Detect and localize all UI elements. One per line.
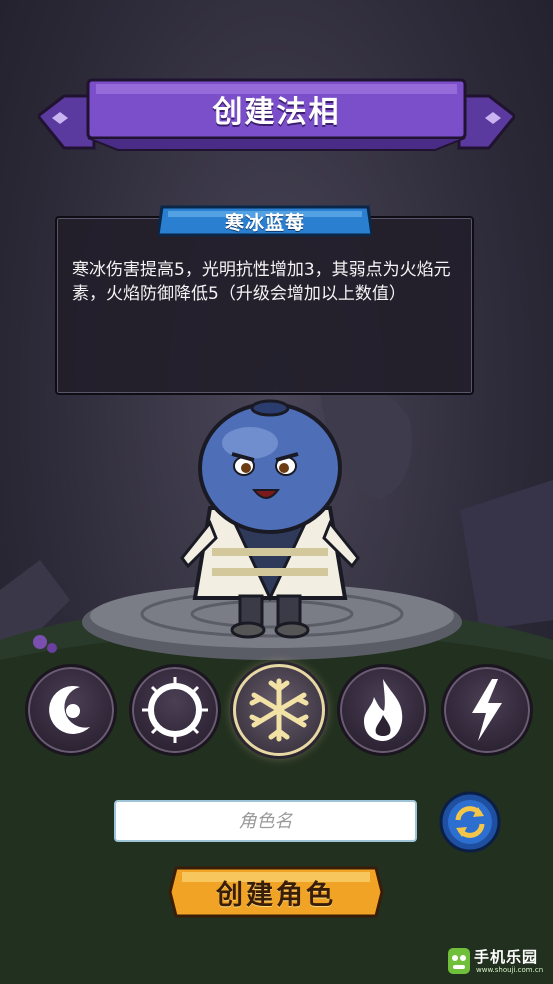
element-description: 寒冰伤害提高5，光明抗性增加3，其弱点为火焰元素，火焰防御降低5（升级会增加以上… <box>72 260 451 304</box>
create-character-label: 创建角色 <box>216 879 336 911</box>
blueberry-character <box>180 399 360 639</box>
snowflake-icon <box>249 678 309 742</box>
fire-element-button[interactable] <box>337 664 429 756</box>
watermark-url: www.shouji.com.cn <box>476 966 544 974</box>
ice-element-button[interactable] <box>233 664 325 756</box>
lightning-icon <box>472 679 502 741</box>
lightning-element-button[interactable] <box>441 664 533 756</box>
random-name-button[interactable] <box>438 790 502 854</box>
element-name: 寒冰蓝莓 <box>224 211 305 234</box>
character-name-input[interactable] <box>114 800 417 842</box>
moon-icon <box>49 685 90 734</box>
watermark-text: 手机乐园 <box>474 948 539 966</box>
page-title: 创建法相 <box>212 95 341 130</box>
fire-icon <box>364 679 403 741</box>
moon-element-button[interactable] <box>25 664 117 756</box>
sun-icon <box>142 677 208 743</box>
sun-element-button[interactable] <box>129 664 221 756</box>
